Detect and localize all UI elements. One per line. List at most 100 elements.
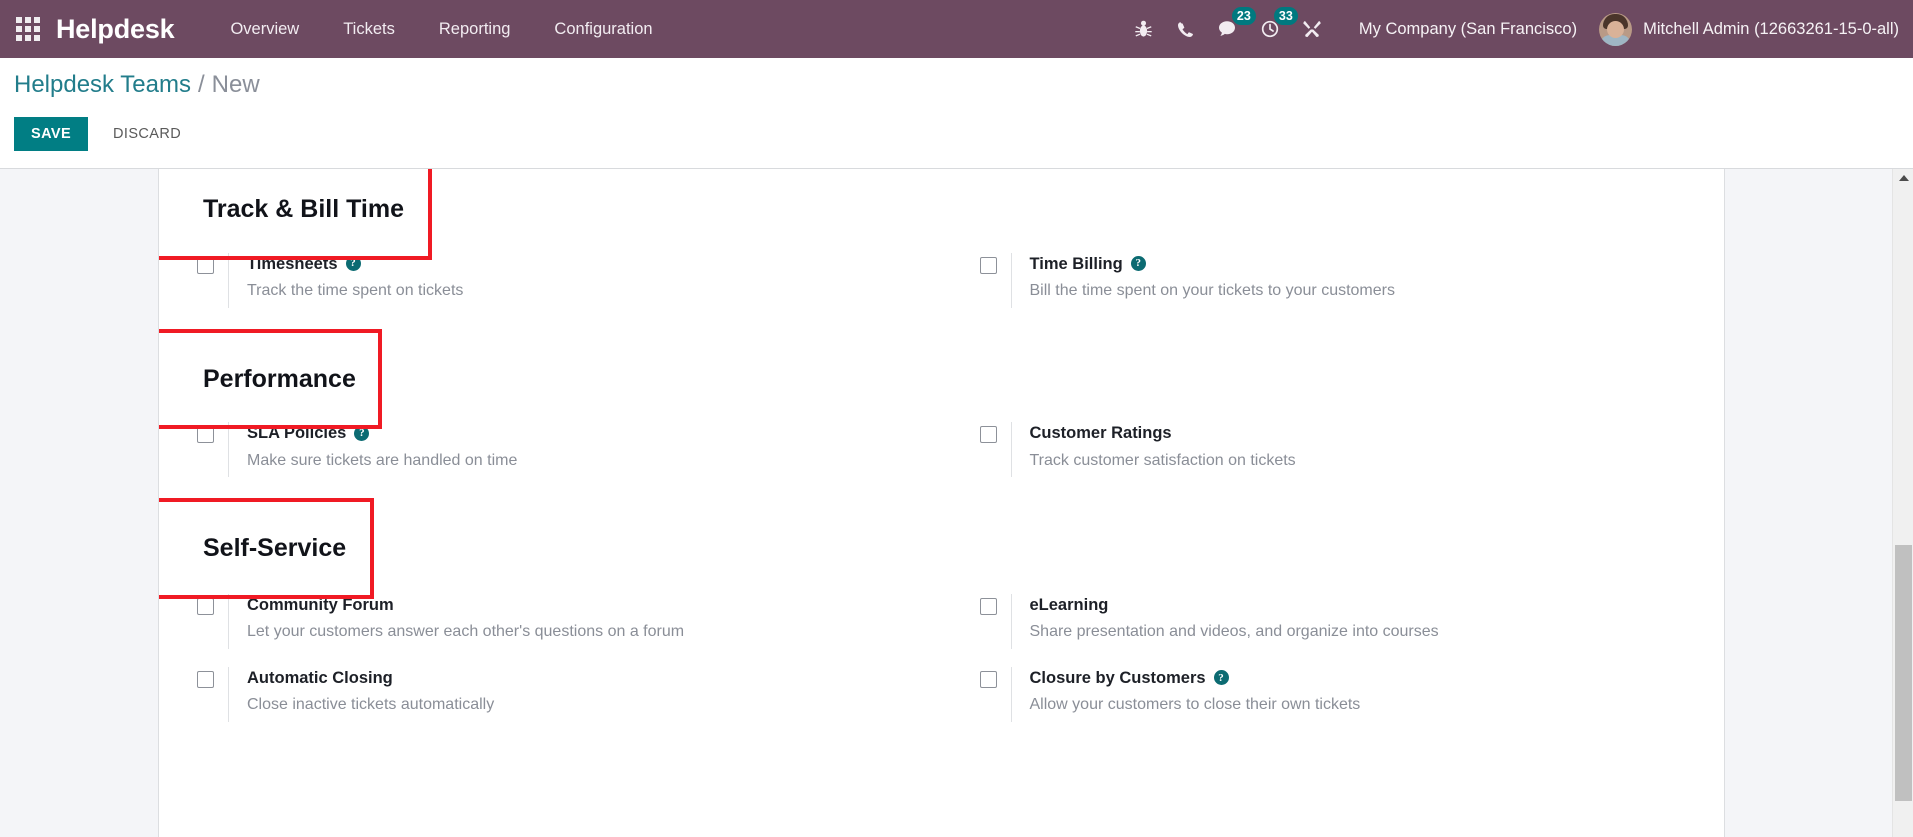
phone-icon[interactable] [1165,0,1207,58]
setting-label-customer-ratings[interactable]: Customer Ratings [1030,422,1296,444]
company-switcher[interactable]: My Company (San Francisco) [1333,20,1593,39]
setting-description-timesheets: Track the time spent on tickets [247,282,464,300]
setting-text: Time Billing ? Bill the time spent on yo… [1010,252,1395,308]
breadcrumb-separator: / [197,71,205,98]
setting-label-text: Closure by Customers [1029,668,1206,687]
messages-icon[interactable]: 23 [1207,0,1257,58]
setting-row: Community Forum Let your customers answe… [159,585,942,658]
checkbox-customer-ratings[interactable] [979,426,997,444]
checkbox-wrap [942,667,1011,688]
avatar [1599,12,1633,46]
settings-section-performance: Performance SLA Policies ? Make sure tic… [159,328,1724,487]
checkbox-wrap [159,594,228,615]
apps-menu-button[interactable] [0,0,56,58]
scroll-up-button[interactable] [1893,169,1913,187]
setting-text: Community Forum Let your customers answe… [228,593,684,649]
setting-closure-by-customers[interactable]: Closure by Customers ? Allow your custom… [942,658,1725,731]
setting-label-text: Timesheets [247,254,338,273]
setting-timesheets[interactable]: Timesheets ? Track the time spent on tic… [159,244,942,317]
setting-row: Timesheets ? Track the time spent on tic… [159,244,942,317]
setting-row: SLA Policies ? Make sure tickets are han… [159,413,942,486]
checkbox-wrap [942,253,1011,274]
setting-row: Automatic Closing Close inactive tickets… [159,658,942,731]
help-icon[interactable]: ? [1130,256,1146,272]
checkbox-wrap [159,422,228,444]
checkbox-wrap [159,253,228,274]
setting-description-customer-ratings: Track customer satisfaction on tickets [1029,451,1296,469]
setting-label-community-forum[interactable]: Community Forum [247,594,684,616]
section-title-wrap-self-service: Self-Service [159,498,375,599]
setting-label-text: SLA Policies [247,424,347,443]
setting-text: SLA Policies ? Make sure tickets are han… [228,422,518,478]
setting-description-automatic-closing: Close inactive tickets automatically [247,696,495,714]
breadcrumb-item-helpdesk-teams[interactable]: Helpdesk Teams [14,71,191,99]
menu-item-tickets[interactable]: Tickets [321,0,417,58]
setting-label-sla-policies[interactable]: SLA Policies ? [247,422,517,444]
help-icon[interactable]: ? [345,256,361,272]
section-title-wrap-performance: Performance [159,328,382,430]
app-brand-helpdesk[interactable]: Helpdesk [56,14,208,45]
checkbox-closure-by-customers[interactable] [979,670,997,688]
vertical-scrollbar[interactable] [1892,169,1913,837]
checkbox-community-forum[interactable] [197,597,214,615]
breadcrumb-item-new: New [211,71,260,98]
control-panel: Helpdesk Teams / New SAVE DISCARD [0,58,1913,168]
menu-item-reporting[interactable]: Reporting [417,0,533,58]
setting-row: Customer Ratings Track customer satisfac… [942,413,1725,486]
main-menu: Overview Tickets Reporting Configuration [208,0,674,58]
navbar-right-tools: 23 33 My Company (San Francisco) Mitchel… [1123,0,1913,58]
settings-section-track-bill-time: Track & Bill Time Timesheets ? Track the… [159,169,1724,317]
setting-label-automatic-closing[interactable]: Automatic Closing [247,667,494,689]
record-action-buttons: SAVE DISCARD [0,99,1913,151]
bug-icon[interactable] [1123,0,1165,58]
setting-row: Time Billing ? Bill the time spent on yo… [942,244,1725,317]
content-area: Track & Bill Time Timesheets ? Track the… [0,168,1913,837]
section-title-self-service: Self-Service [203,534,347,563]
setting-text: Automatic Closing Close inactive tickets… [228,666,495,722]
user-menu[interactable]: Mitchell Admin (12663261-15-0-all) [1593,12,1899,46]
settings-rows-track-bill-time: Timesheets ? Track the time spent on tic… [159,244,1724,317]
setting-label-closure-by-customers[interactable]: Closure by Customers ? [1030,667,1361,689]
checkbox-wrap [942,594,1011,615]
setting-label-timesheets[interactable]: Timesheets ? [247,253,463,275]
setting-sla-policies[interactable]: SLA Policies ? Make sure tickets are han… [159,413,942,486]
discard-button[interactable]: DISCARD [96,117,198,151]
setting-description-sla-policies: Make sure tickets are handled on time [247,451,518,469]
checkbox-time-billing[interactable] [979,256,997,274]
user-menu-label: Mitchell Admin (12663261-15-0-all) [1643,19,1899,38]
caret-up-icon [1898,175,1909,181]
checkbox-automatic-closing[interactable] [197,670,214,688]
settings-form: Track & Bill Time Timesheets ? Track the… [158,169,1725,837]
settings-section-self-service: Self-Service Community Forum Let your cu… [159,498,1725,731]
setting-text: Closure by Customers ? Allow your custom… [1010,666,1361,722]
apps-grid-icon [16,17,40,41]
settings-rows-performance: SLA Policies ? Make sure tickets are han… [159,413,1724,486]
help-icon[interactable]: ? [354,425,370,441]
checkbox-sla-policies[interactable] [197,426,214,444]
save-button[interactable]: SAVE [14,117,89,151]
breadcrumb: Helpdesk Teams / New [0,71,1913,99]
section-title-wrap-track-bill-time: Track & Bill Time [159,169,433,260]
setting-label-text: Community Forum [247,595,394,614]
setting-customer-ratings[interactable]: Customer Ratings Track customer satisfac… [942,413,1725,486]
setting-time-billing[interactable]: Time Billing ? Bill the time spent on yo… [942,244,1725,317]
wrench-icon[interactable] [1291,0,1333,58]
help-icon[interactable]: ? [1213,670,1229,686]
setting-label-time-billing[interactable]: Time Billing ? [1030,253,1395,275]
checkbox-elearning[interactable] [979,597,997,615]
checkbox-wrap [159,667,228,688]
setting-elearning[interactable]: eLearning Share presentation and videos,… [942,585,1725,658]
checkbox-timesheets[interactable] [197,256,214,274]
menu-item-overview[interactable]: Overview [208,0,321,58]
setting-community-forum[interactable]: Community Forum Let your customers answe… [159,585,942,658]
setting-automatic-closing[interactable]: Automatic Closing Close inactive tickets… [159,658,942,731]
section-title-track-bill-time: Track & Bill Time [203,195,405,223]
setting-description-closure-by-customers: Allow your customers to close their own … [1029,696,1361,714]
setting-label-text: Automatic Closing [247,668,393,687]
setting-label-elearning[interactable]: eLearning [1030,594,1439,616]
top-navbar: Helpdesk Overview Tickets Reporting Conf… [0,0,1913,58]
setting-text: Timesheets ? Track the time spent on tic… [228,252,464,308]
activities-clock-icon[interactable]: 33 [1249,0,1299,58]
menu-item-configuration[interactable]: Configuration [532,0,674,58]
vertical-scroll-thumb[interactable] [1895,545,1912,801]
